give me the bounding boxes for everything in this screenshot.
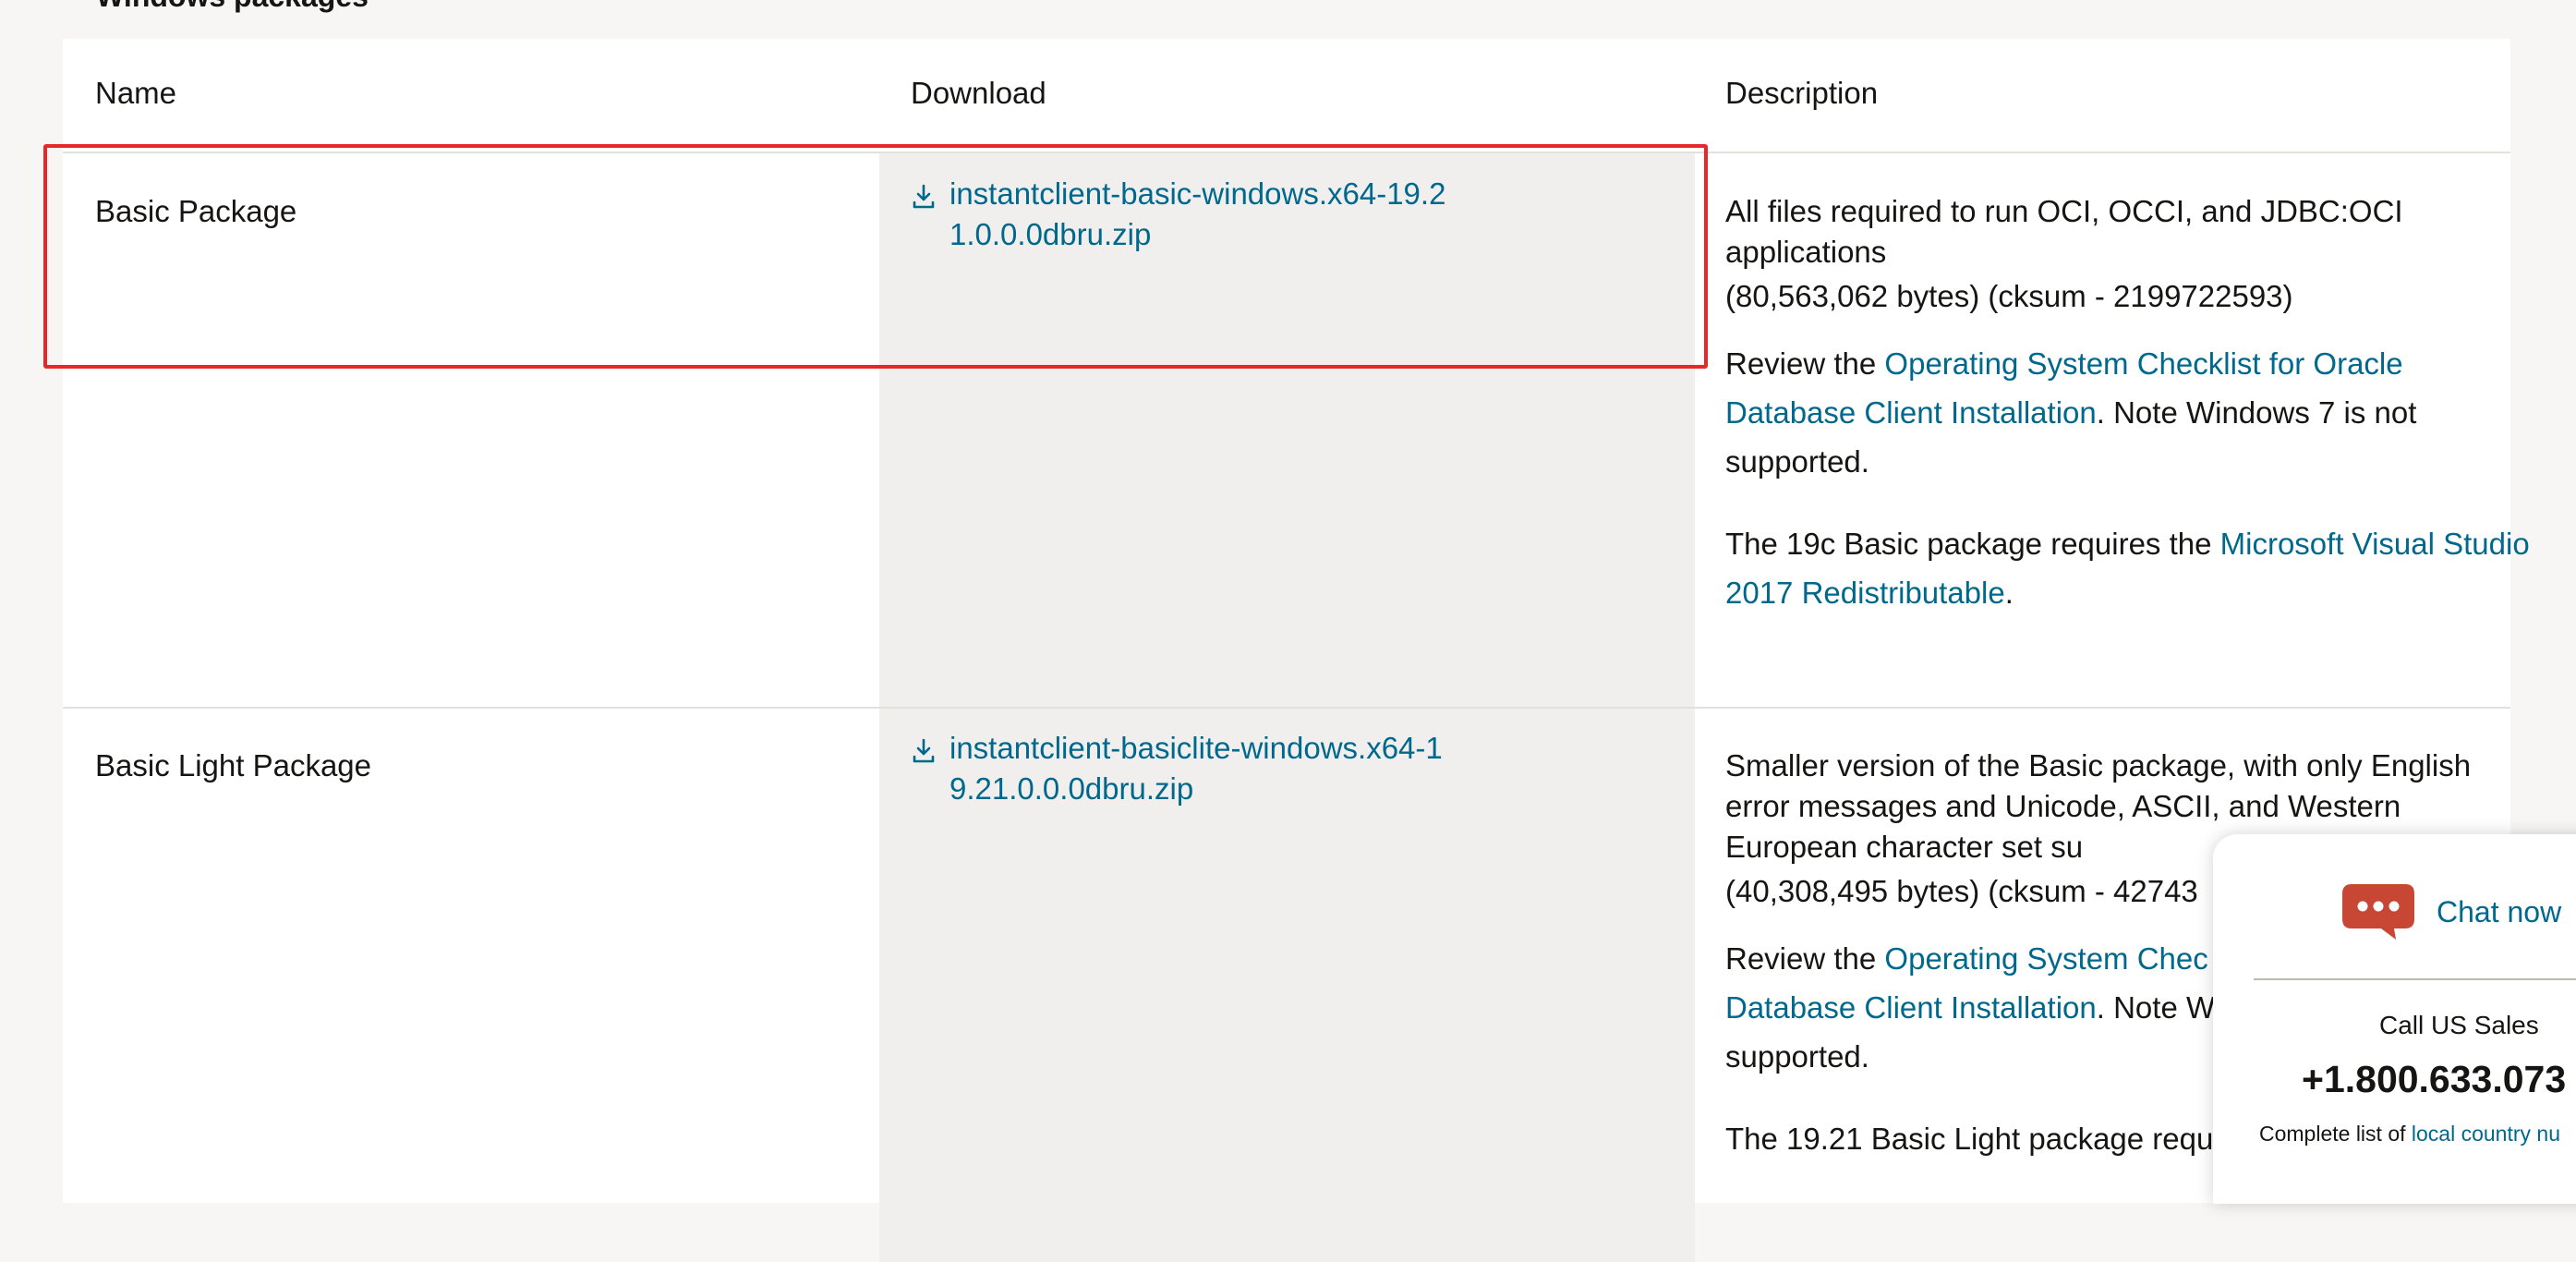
local-country-link[interactable]: local country nu <box>2412 1122 2560 1146</box>
row-basic-requires: The 19c Basic package requires the Micro… <box>1725 527 2530 610</box>
header-name: Name <box>95 76 177 110</box>
header-description: Description <box>1725 76 1879 110</box>
header-download: Download <box>911 76 1046 110</box>
country-list-text: Complete list of local country nu <box>2259 1122 2560 1146</box>
row-basiclite-name: Basic Light Package <box>95 748 372 783</box>
row-basic-review: Review the Operating System Checklist fo… <box>1725 346 2417 479</box>
row-basic-summary: All files required to run OCI, OCCI, and… <box>1725 194 2403 269</box>
os-checklist-link-2-line2[interactable]: Database Client Installation <box>1725 990 2097 1025</box>
chat-now-button[interactable]: Chat now <box>2340 882 2561 941</box>
call-sales-label: Call US Sales <box>2379 1011 2539 1039</box>
section-heading-partial: Windows packages <box>96 0 369 14</box>
os-checklist-link-2[interactable]: Operating System Chec <box>1884 941 2207 976</box>
chat-widget: Chat now Call US Sales +1.800.633.073 Co… <box>2213 834 2576 1204</box>
row-basic-size: (80,563,062 bytes) (cksum - 2199722593) <box>1725 279 2293 313</box>
highlight-box <box>43 144 1708 369</box>
chat-divider <box>2254 978 2576 980</box>
chat-now-label: Chat now <box>2437 894 2562 928</box>
chat-bubble-icon <box>2342 884 2414 940</box>
sales-phone-number[interactable]: +1.800.633.073 <box>2302 1058 2566 1101</box>
row-basiclite-download: instantclient-basiclite-windows.x64-19.2… <box>911 728 1465 809</box>
row-basic-description: All files required to run OCI, OCCI, and… <box>1725 191 2538 617</box>
download-link-basiclite[interactable]: instantclient-basiclite-windows.x64-19.2… <box>949 728 1465 809</box>
download-icon <box>913 738 935 763</box>
row-divider <box>63 707 2510 709</box>
